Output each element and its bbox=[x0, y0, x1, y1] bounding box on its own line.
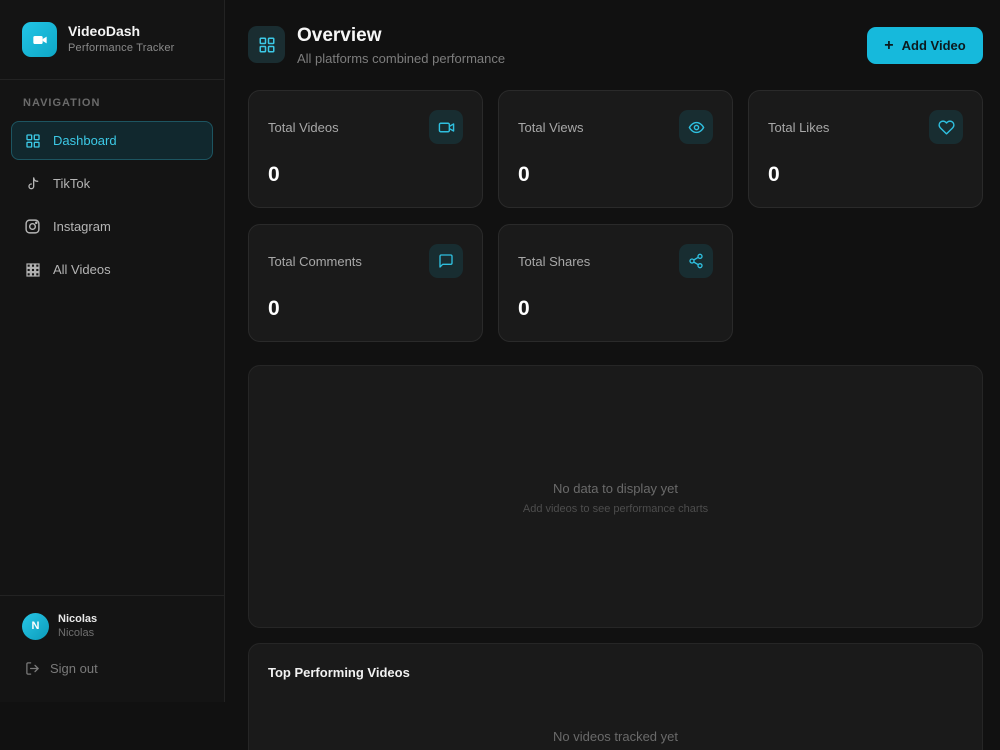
add-video-label: Add Video bbox=[901, 38, 966, 53]
stat-card-total-videos: Total Videos 0 bbox=[248, 90, 483, 208]
stat-value: 0 bbox=[518, 163, 530, 186]
eye-icon bbox=[679, 110, 713, 144]
all-videos-grid-icon bbox=[24, 261, 41, 278]
sidebar-item-label: TikTok bbox=[53, 176, 91, 191]
chart-empty-subtitle: Add videos to see performance charts bbox=[522, 503, 709, 515]
sidebar-item-dashboard[interactable]: Dashboard bbox=[11, 121, 213, 160]
stat-card-total-views: Total Views 0 bbox=[498, 90, 733, 208]
sidebar-item-tiktok[interactable]: TikTok bbox=[11, 164, 213, 203]
stat-card-total-comments: Total Comments 0 bbox=[248, 224, 483, 342]
page-subtitle: All platforms combined performance bbox=[297, 51, 506, 66]
sign-out-button[interactable]: Sign out bbox=[25, 660, 203, 676]
video-camera-icon bbox=[429, 110, 463, 144]
sidebar-item-instagram[interactable]: Instagram bbox=[11, 207, 213, 246]
top-videos-panel: Top Performing Videos No videos tracked … bbox=[248, 643, 983, 750]
nav-section-label: NAVIGATION bbox=[23, 97, 101, 109]
stat-card-total-likes: Total Likes 0 bbox=[748, 90, 983, 208]
stat-label: Total Likes bbox=[768, 120, 830, 135]
stat-label: Total Views bbox=[518, 120, 584, 135]
stat-value: 0 bbox=[518, 297, 530, 320]
stat-label: Total Shares bbox=[518, 254, 591, 269]
dashboard-grid-icon bbox=[24, 132, 41, 149]
brand[interactable]: VideoDash Performance Tracker bbox=[0, 0, 224, 80]
page-title: Overview bbox=[297, 25, 382, 46]
performance-chart-panel: No data to display yet Add videos to see… bbox=[248, 365, 983, 628]
chart-empty-title: No data to display yet bbox=[552, 481, 679, 496]
brand-title: VideoDash bbox=[68, 23, 141, 39]
stat-value: 0 bbox=[268, 297, 280, 320]
plus-icon: + bbox=[884, 36, 894, 54]
sidebar-item-label: All Videos bbox=[53, 262, 111, 277]
tiktok-icon bbox=[24, 175, 41, 192]
user-name: Nicolas bbox=[58, 613, 98, 625]
stat-value: 0 bbox=[268, 163, 280, 186]
sidebar-nav: Dashboard TikTok Instagram All Videos bbox=[11, 121, 213, 293]
sidebar-item-all-videos[interactable]: All Videos bbox=[11, 250, 213, 289]
sidebar-item-label: Instagram bbox=[53, 219, 111, 234]
top-videos-title: Top Performing Videos bbox=[268, 665, 410, 680]
instagram-icon bbox=[24, 218, 41, 235]
add-video-button[interactable]: + Add Video bbox=[867, 27, 983, 64]
user-secondary: Nicolas bbox=[58, 627, 95, 639]
avatar: N bbox=[22, 612, 49, 640]
sidebar: VideoDash Performance Tracker NAVIGATION… bbox=[0, 0, 225, 702]
stat-label: Total Videos bbox=[268, 120, 339, 135]
share-icon bbox=[679, 244, 713, 278]
heart-icon bbox=[929, 110, 963, 144]
sidebar-item-label: Dashboard bbox=[53, 133, 117, 148]
app-root: VideoDash Performance Tracker NAVIGATION… bbox=[0, 0, 1000, 750]
brand-subtitle: Performance Tracker bbox=[68, 42, 175, 54]
video-camera-logo-icon bbox=[22, 22, 57, 57]
overview-grid-icon bbox=[248, 26, 285, 63]
sign-out-icon bbox=[25, 660, 41, 676]
top-videos-empty: No videos tracked yet bbox=[552, 729, 678, 744]
stat-label: Total Comments bbox=[268, 254, 362, 269]
main-content: Overview All platforms combined performa… bbox=[226, 0, 1000, 750]
user-profile[interactable]: N Nicolas Nicolas bbox=[22, 612, 203, 640]
comment-icon bbox=[429, 244, 463, 278]
stat-card-total-shares: Total Shares 0 bbox=[498, 224, 733, 342]
stat-value: 0 bbox=[768, 163, 780, 186]
sign-out-label: Sign out bbox=[50, 660, 98, 676]
user-section: N Nicolas Nicolas Sign out bbox=[0, 595, 225, 676]
